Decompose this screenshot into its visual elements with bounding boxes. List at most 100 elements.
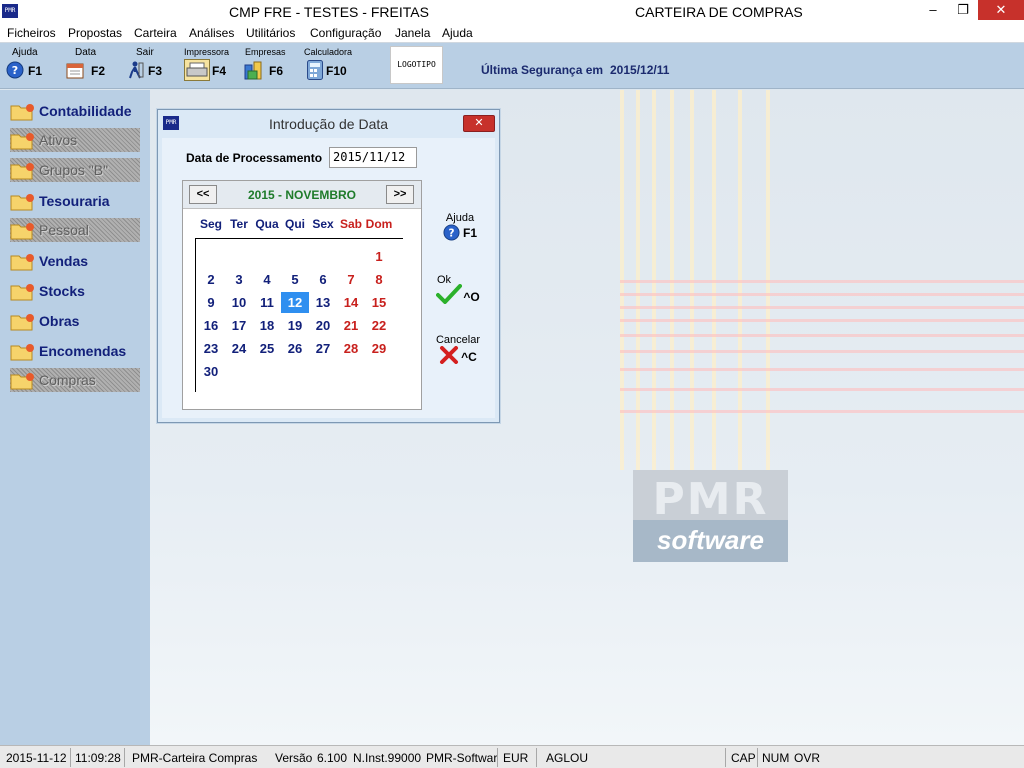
svg-text:?: ? (448, 227, 454, 239)
calendar-day[interactable]: 2 (197, 269, 225, 290)
sidebar-item-vendas[interactable]: Vendas (10, 249, 140, 273)
dialog-close-button[interactable]: ✕ (463, 115, 495, 132)
close-window-button[interactable]: ✕ (978, 0, 1024, 20)
calendar-day[interactable]: 3 (225, 269, 253, 290)
calendar-day[interactable]: 9 (197, 292, 225, 313)
minimize-button[interactable]: – (918, 0, 948, 20)
pmr-software-watermark: PMR software (633, 470, 788, 562)
restore-button[interactable]: ❐ (948, 0, 978, 20)
calendar-weekday-qua: Qua (255, 217, 279, 231)
background-stripe (620, 388, 1024, 391)
menu-carteira[interactable]: Carteira (134, 26, 177, 40)
folder-icon (10, 373, 34, 390)
sidebar-item-label: Obras (39, 313, 80, 329)
calendar-header: 2015 - NOVEMBRO << >> (183, 181, 421, 209)
calendar-day[interactable]: 19 (281, 315, 309, 336)
sidebar-item-obras[interactable]: Obras (10, 309, 140, 333)
processing-date-input[interactable]: 2015/11/12 (329, 147, 417, 168)
menu-ficheiros[interactable]: Ficheiros (7, 26, 56, 40)
calendar-day[interactable]: 30 (197, 361, 225, 382)
calendar-weekday-qui: Qui (285, 217, 305, 231)
watermark-brand: PMR (652, 474, 769, 525)
watermark-tagline: software (633, 520, 788, 562)
calendar-day[interactable]: 25 (253, 338, 281, 359)
calendar-day[interactable]: 18 (253, 315, 281, 336)
status-bar: 2015-11-12 11:09:28 PMR-Carteira Compras… (0, 745, 1024, 768)
toolbar-help-button[interactable]: Ajuda ? F1 (6, 47, 46, 87)
sidebar-item-label: Pessoal (39, 222, 89, 238)
calendar-day[interactable]: 15 (365, 292, 393, 313)
folder-icon (10, 194, 34, 211)
dialog-help-button[interactable]: Ajuda ? F1 (435, 212, 485, 241)
calendar: 2015 - NOVEMBRO << >> Seg Ter Qua Qui Sex Sab… (182, 180, 422, 410)
calendar-day[interactable]: 1 (365, 246, 393, 267)
folder-icon (10, 314, 34, 331)
status-caps-lock: CAP (731, 751, 756, 765)
sidebar-item-stocks[interactable]: Stocks (10, 279, 140, 303)
menu-configuracao[interactable]: Configuração (310, 26, 381, 40)
calendar-day[interactable]: 26 (281, 338, 309, 359)
date-dialog: PMR Introdução de Data ✕ Data de Process… (157, 109, 500, 423)
dialog-title-bar[interactable]: PMR Introdução de Data ✕ (158, 110, 499, 138)
sidebar-item-encomendas[interactable]: Encomendas (10, 339, 140, 363)
calendar-day[interactable]: 10 (225, 292, 253, 313)
sidebar-item-grupos-b: Grupos "B" (10, 158, 140, 182)
sidebar-item-tesouraria[interactable]: Tesouraria (10, 189, 140, 213)
calendar-day[interactable]: 22 (365, 315, 393, 336)
calendar-day[interactable]: 20 (309, 315, 337, 336)
exit-icon (129, 61, 144, 79)
calendar-day[interactable]: 8 (365, 269, 393, 290)
dialog-ok-button[interactable]: Ok ^O (433, 274, 483, 304)
status-vendor: PMR-Softwar (426, 751, 498, 765)
calendar-day[interactable]: 24 (225, 338, 253, 359)
calendar-day[interactable]: 13 (309, 292, 337, 313)
folder-icon (10, 254, 34, 271)
dialog-cancel-button[interactable]: Cancelar ^C (431, 334, 485, 364)
calendar-day[interactable]: 7 (337, 269, 365, 290)
status-overwrite: OVR (794, 751, 821, 765)
menu-utilitarios[interactable]: Utilitários (246, 26, 295, 40)
calendar-day[interactable]: 14 (337, 292, 365, 313)
calendar-day[interactable]: 12 (281, 292, 309, 313)
toolbar-exit-button[interactable]: Sair F3 (126, 47, 166, 87)
toolbar-calculator-button[interactable]: Calculadora F10 (304, 47, 354, 87)
calendar-day[interactable]: 21 (337, 315, 365, 336)
dialog-ok-key: ^O (463, 290, 480, 304)
calendar-day[interactable]: 5 (281, 269, 309, 290)
toolbar-companies-button[interactable]: Empresas F6 (244, 47, 292, 87)
calendar-day[interactable]: 4 (253, 269, 281, 290)
status-separator (124, 748, 125, 767)
background-stripe (620, 319, 1024, 322)
menu-bar: Ficheiros Propostas Carteira Análises Ut… (0, 23, 1024, 43)
status-user: AGLOU (546, 751, 589, 765)
status-currency: EUR (503, 751, 529, 765)
sidebar-item-label: Ativos (39, 132, 78, 148)
calendar-grid-line (195, 238, 403, 239)
sidebar-item-label: Vendas (39, 253, 89, 269)
calendar-day[interactable]: 29 (365, 338, 393, 359)
menu-ajuda[interactable]: Ajuda (442, 26, 473, 40)
menu-analises[interactable]: Análises (189, 26, 234, 40)
calendar-day[interactable]: 11 (253, 292, 281, 313)
checkmark-icon (436, 284, 463, 304)
sidebar-item-contabilidade[interactable]: Contabilidade (10, 99, 140, 123)
menu-janela[interactable]: Janela (395, 26, 430, 40)
calendar-day[interactable]: 23 (197, 338, 225, 359)
calendar-day[interactable]: 28 (337, 338, 365, 359)
calendar-day[interactable]: 16 (197, 315, 225, 336)
menu-propostas[interactable]: Propostas (68, 26, 122, 40)
calendar-day[interactable]: 27 (309, 338, 337, 359)
status-install-number: N.Inst.99000 (353, 751, 422, 765)
sidebar-item-label: Compras (39, 372, 96, 388)
calendar-prev-button[interactable]: << (189, 185, 217, 204)
help-icon: ? (6, 61, 24, 79)
calculator-icon (307, 60, 323, 80)
calendar-day[interactable]: 17 (225, 315, 253, 336)
status-num-lock: NUM (762, 751, 790, 765)
toolbar-date-button[interactable]: Data F2 (66, 47, 110, 87)
folder-icon (10, 133, 34, 150)
calendar-day[interactable]: 6 (309, 269, 337, 290)
toolbar-printer-button[interactable]: Impressora F4 (184, 47, 234, 87)
calendar-next-button[interactable]: >> (386, 185, 414, 204)
dialog-cancel-label: Cancelar (435, 334, 481, 346)
